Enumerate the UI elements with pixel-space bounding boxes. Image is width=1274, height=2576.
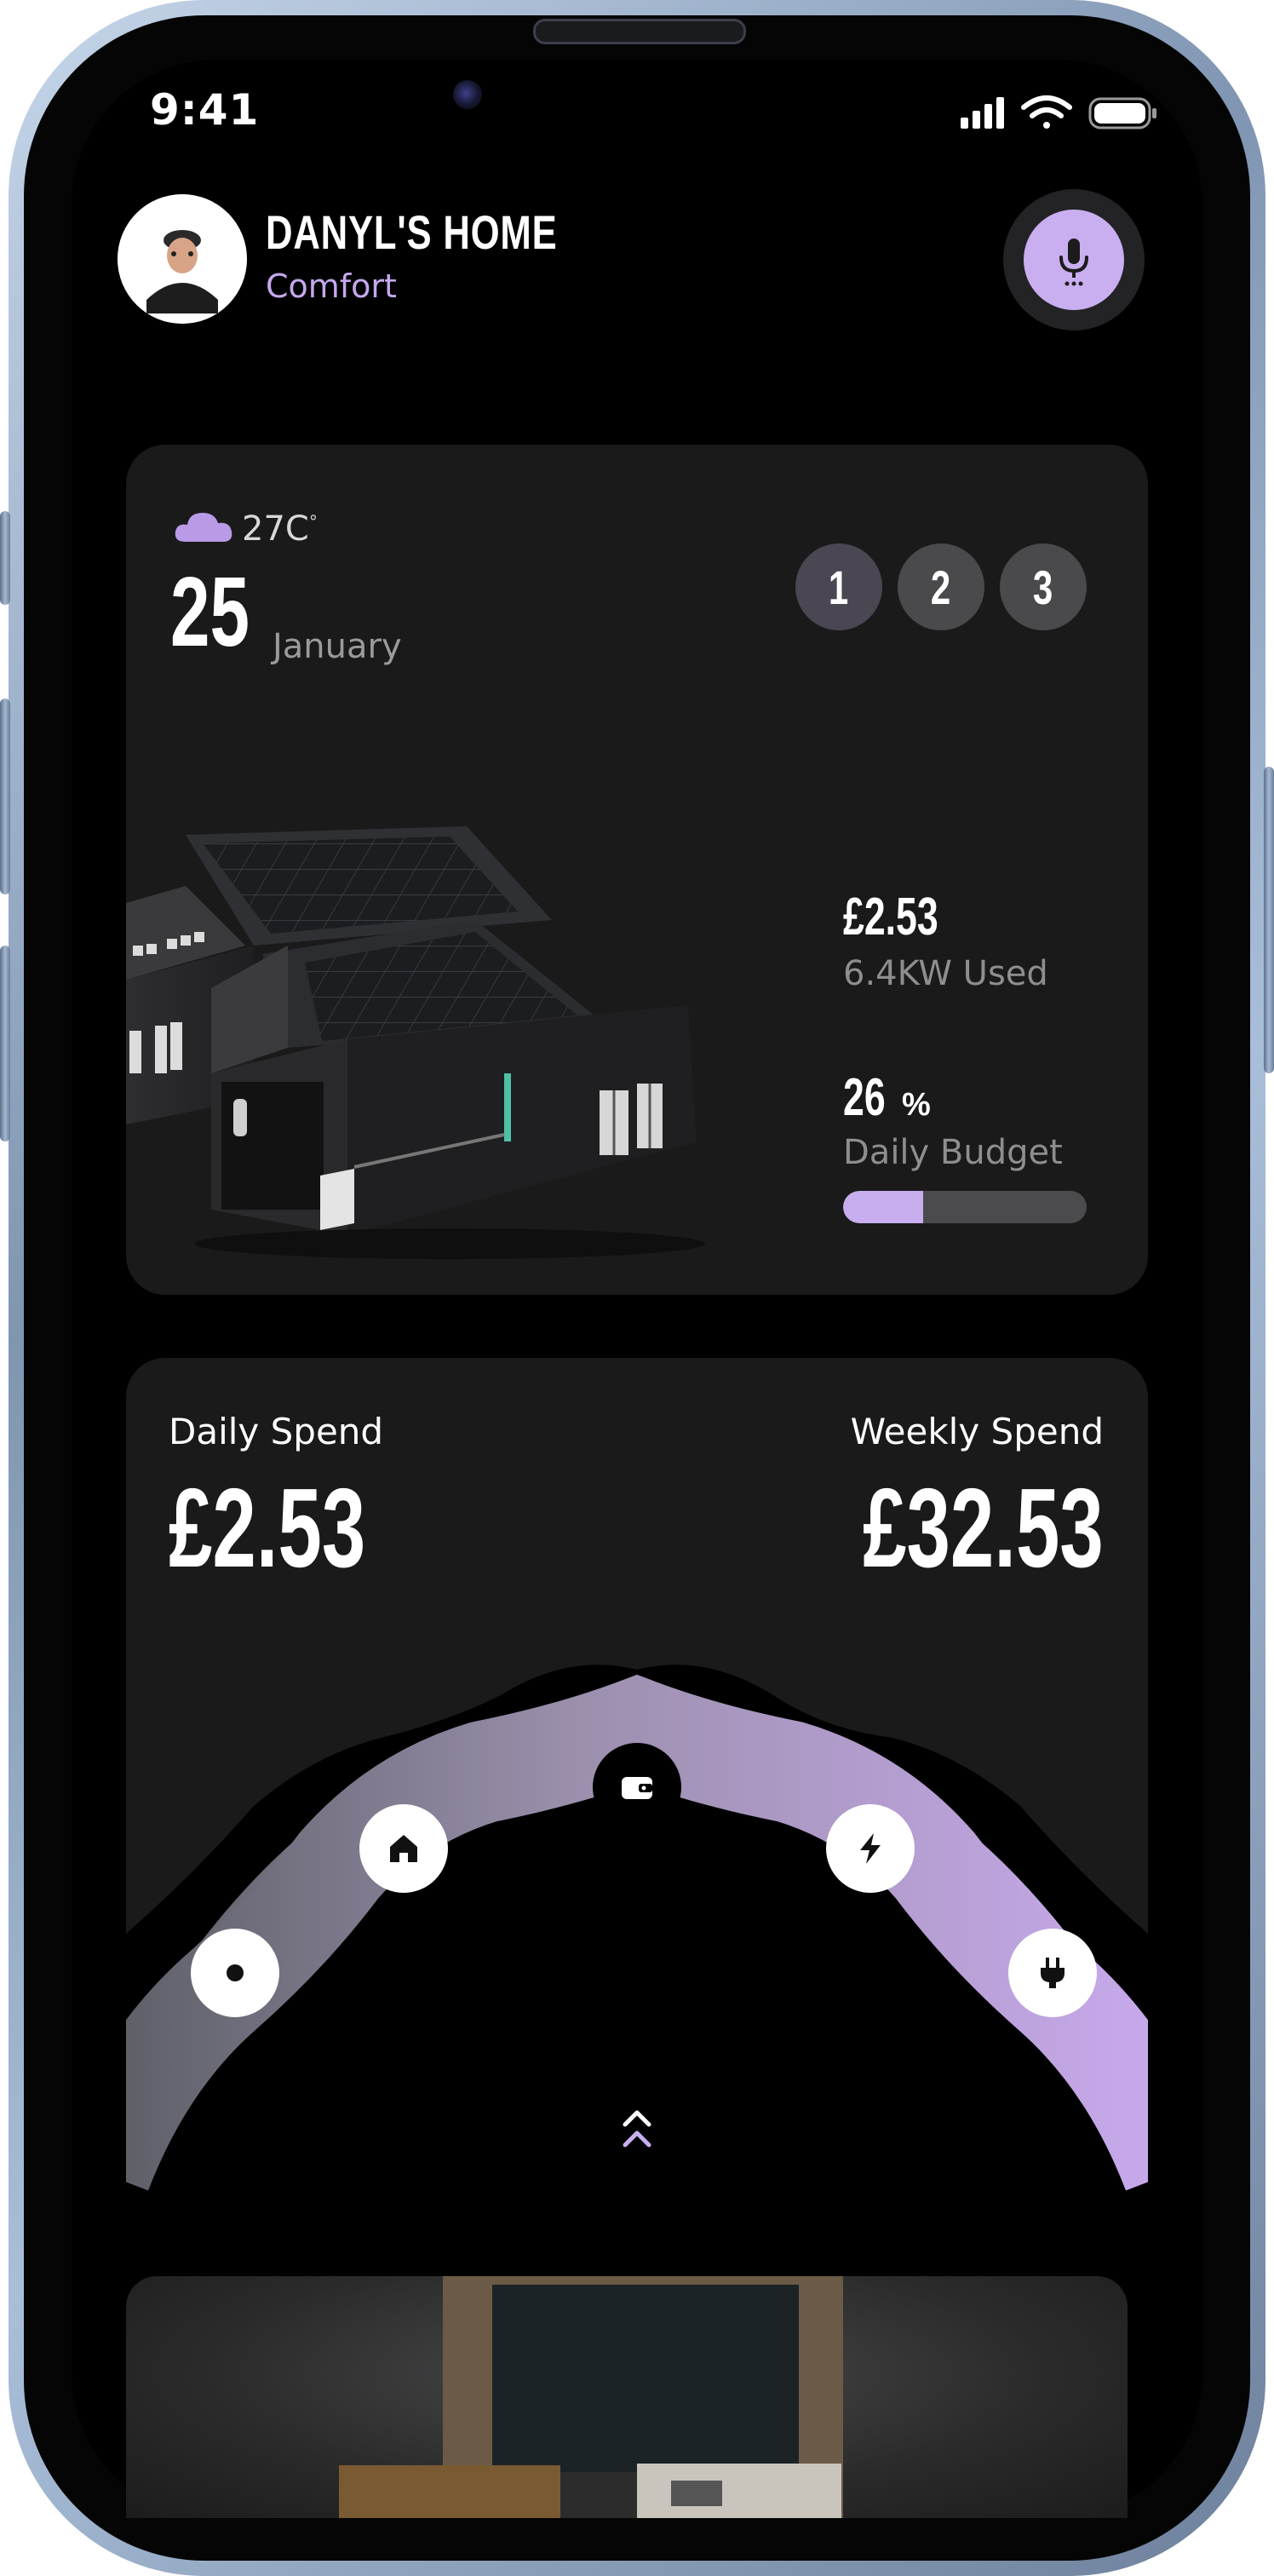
home-icon bbox=[390, 1835, 417, 1862]
room-preview-card[interactable] bbox=[126, 2276, 1128, 2518]
date-month: January bbox=[273, 627, 402, 666]
category-home-button[interactable] bbox=[359, 1804, 448, 1893]
voice-button[interactable] bbox=[1024, 210, 1124, 310]
budget-percent: 26% bbox=[843, 1072, 931, 1124]
volume-up-button bbox=[0, 699, 10, 894]
expand-up-icon[interactable] bbox=[618, 2106, 656, 2152]
earpiece-speaker bbox=[533, 19, 746, 44]
power-button bbox=[1264, 767, 1274, 1073]
budget-label: Daily Budget bbox=[843, 1133, 1063, 1172]
dynamic-notch bbox=[404, 60, 872, 157]
category-wallet-button[interactable] bbox=[593, 1743, 681, 1831]
daily-spend-label: Daily Spend bbox=[169, 1411, 384, 1452]
budget-value: 26 bbox=[843, 1068, 886, 1127]
usage-kw-label: 6.4KW Used bbox=[843, 954, 1048, 993]
budget-progress-fill bbox=[843, 1191, 924, 1223]
home-mode[interactable]: Comfort bbox=[266, 267, 397, 305]
status-time: 9:41 bbox=[150, 85, 260, 135]
mute-switch bbox=[0, 511, 10, 605]
budget-progress-bar bbox=[843, 1191, 1087, 1223]
step-1-button[interactable]: 1 bbox=[795, 543, 882, 630]
avatar[interactable] bbox=[118, 194, 247, 324]
budget-unit: % bbox=[901, 1087, 931, 1123]
daily-spend: £2.53 bbox=[169, 1472, 450, 1584]
category-plug-button[interactable] bbox=[1008, 1929, 1097, 2017]
record-icon bbox=[227, 1964, 244, 1981]
temperature-unit-mark: ° bbox=[308, 511, 318, 532]
wallet-icon bbox=[622, 1777, 652, 1799]
battery-icon bbox=[1088, 97, 1156, 129]
temperature: 27C° bbox=[242, 509, 318, 549]
signal-icon bbox=[961, 97, 1004, 129]
cloud-icon bbox=[175, 513, 232, 542]
front-camera bbox=[453, 80, 482, 109]
home-title: DANYL'S HOME bbox=[266, 205, 558, 259]
status-icons bbox=[961, 95, 1156, 129]
step-2-button[interactable]: 2 bbox=[898, 543, 984, 630]
wifi-icon bbox=[1021, 95, 1072, 129]
step-1-label: 1 bbox=[829, 560, 849, 614]
avatar-image bbox=[118, 194, 247, 324]
volume-down-button bbox=[0, 946, 10, 1141]
step-3-button[interactable]: 3 bbox=[1000, 543, 1087, 630]
daily-spend-value: £2.53 bbox=[169, 1465, 366, 1590]
category-energy-button[interactable] bbox=[826, 1804, 915, 1893]
weekly-spend-label: Weekly Spend bbox=[850, 1411, 1104, 1452]
house-illustration bbox=[126, 826, 705, 1259]
room-illustration bbox=[339, 2276, 843, 2518]
lightning-icon bbox=[860, 1833, 881, 1864]
temperature-value: 27C bbox=[242, 509, 309, 549]
category-record-button[interactable] bbox=[191, 1929, 279, 2017]
usage-cost: £2.53 bbox=[843, 888, 938, 946]
plug-icon bbox=[1041, 1958, 1065, 1988]
date-day: 25 bbox=[170, 556, 250, 667]
step-3-label: 3 bbox=[1033, 560, 1053, 614]
step-2-label: 2 bbox=[931, 560, 951, 614]
weekly-spend-value: £32.53 bbox=[863, 1465, 1104, 1590]
weekly-spend: £32.53 bbox=[760, 1472, 1104, 1584]
microphone-icon bbox=[1059, 239, 1088, 286]
